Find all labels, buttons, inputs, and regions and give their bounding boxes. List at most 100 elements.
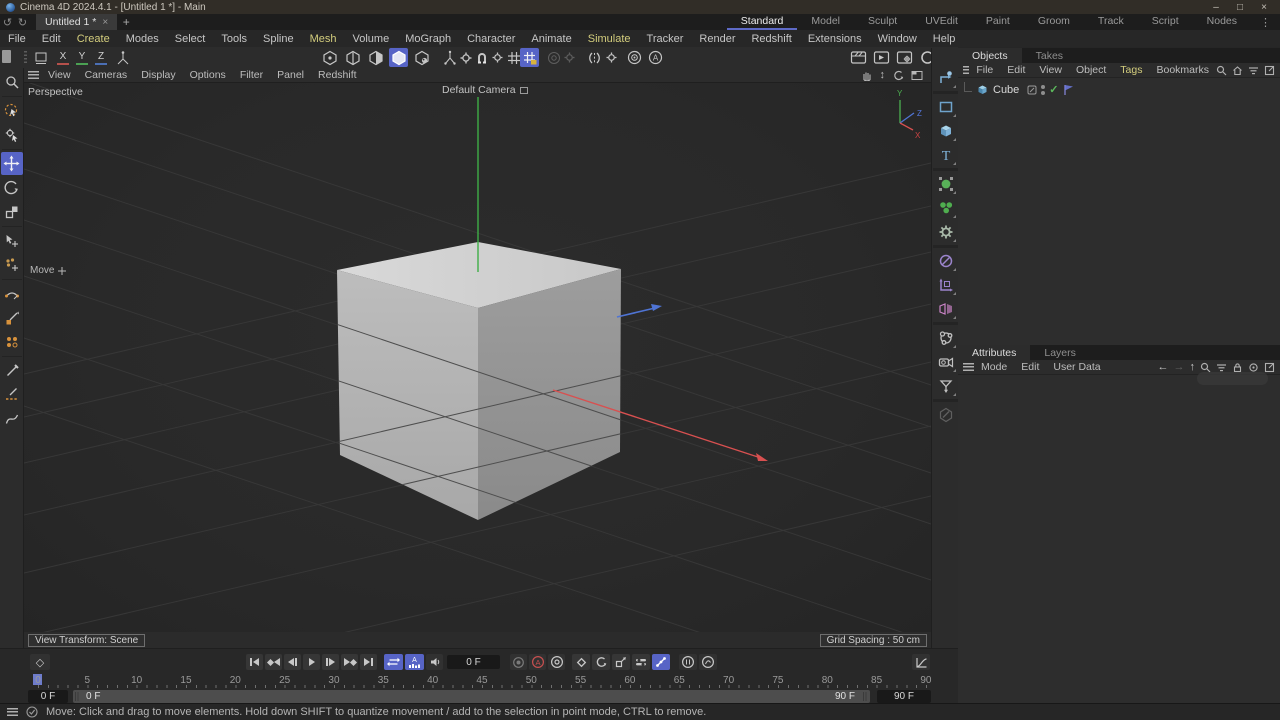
previous-frame-button[interactable] — [284, 654, 301, 670]
menu-item[interactable]: Help — [925, 33, 964, 45]
points-mode-icon[interactable] — [320, 48, 339, 67]
filter-icon[interactable] — [1248, 65, 1259, 76]
viewport-menu-item[interactable]: Cameras — [78, 69, 135, 81]
keyframe-interpolation-button[interactable] — [699, 654, 717, 670]
render-settings-icon[interactable] — [895, 48, 914, 67]
path-cut-tool-icon[interactable] — [1, 383, 23, 406]
viewport-menu-hamburger-icon[interactable] — [28, 71, 39, 79]
play-button[interactable] — [303, 654, 320, 670]
camera-label[interactable]: Default Camera — [442, 84, 528, 96]
null-object-icon[interactable] — [933, 273, 958, 297]
move-gizmo-z-axis[interactable] — [617, 304, 662, 317]
camera-object-icon[interactable] — [933, 350, 958, 374]
panel-tab[interactable]: Layers — [1030, 345, 1090, 360]
rectangle-spline-icon[interactable] — [933, 95, 958, 119]
cube-primitive-icon[interactable] — [933, 119, 958, 143]
viewport-canvas[interactable]: Y Z X Perspective Default Camera Move — [24, 83, 931, 632]
panel-tab[interactable]: Attributes — [958, 345, 1030, 360]
spline-pen-icon[interactable] — [933, 66, 958, 90]
text-object-icon[interactable]: T — [933, 143, 958, 167]
viewport-menu-item[interactable]: Options — [183, 69, 233, 81]
fcurve-editor-button[interactable] — [912, 654, 930, 670]
layout-tab[interactable]: Script — [1138, 14, 1193, 30]
key-pla-button[interactable] — [652, 654, 670, 670]
symmetry-settings-gear-icon[interactable] — [602, 48, 621, 67]
menu-item[interactable]: Tools — [213, 33, 255, 45]
keyframe-selection-button[interactable] — [679, 654, 697, 670]
pan-view-icon[interactable] — [861, 69, 873, 81]
toolbar-drag-handle[interactable] — [24, 51, 27, 64]
move-tool-icon[interactable] — [1, 152, 23, 175]
menu-item[interactable]: Mesh — [302, 33, 345, 45]
parent-up-icon[interactable]: ↑ — [1190, 361, 1196, 373]
viewport-menu-item[interactable]: Panel — [270, 69, 311, 81]
rotate-tool-icon[interactable] — [1, 176, 23, 199]
menu-item[interactable]: File — [0, 33, 34, 45]
camera-menu-icon[interactable] — [520, 87, 528, 94]
filter-icon[interactable] — [1216, 362, 1227, 373]
objects-menu-item[interactable]: Tags — [1113, 64, 1149, 76]
keying-settings-button[interactable] — [548, 654, 565, 670]
layout-tab[interactable]: Groom — [1024, 14, 1084, 30]
texture-mode-icon[interactable] — [412, 48, 431, 67]
sculpt-spline-tool-icon[interactable] — [1, 407, 23, 430]
volume-builder-icon[interactable] — [933, 326, 958, 350]
material-icon[interactable] — [933, 403, 958, 427]
record-keyframe-button[interactable] — [510, 654, 527, 670]
menu-item[interactable]: Render — [691, 33, 743, 45]
selection-settings-tool-icon[interactable] — [1, 123, 23, 146]
viewport-menu-item[interactable]: Redshift — [311, 69, 364, 81]
lock-z-axis-button[interactable]: Z — [93, 49, 109, 66]
next-frame-button[interactable] — [322, 654, 339, 670]
render-picture-viewer-icon[interactable] — [872, 48, 891, 67]
new-tab-button[interactable]: + — [117, 14, 135, 30]
dock-handle[interactable] — [2, 50, 11, 63]
panel-tab[interactable]: Takes — [1022, 48, 1077, 63]
lock-icon[interactable] — [1232, 362, 1243, 373]
quantize-grid-icon[interactable] — [520, 48, 539, 67]
viewport-menu-item[interactable]: View — [41, 69, 78, 81]
layout-tab[interactable]: Standard — [727, 14, 798, 30]
generator-gear-icon[interactable] — [933, 220, 958, 244]
layout-tab[interactable]: Sculpt — [854, 14, 911, 30]
toggle-view-layout-icon[interactable] — [911, 70, 923, 81]
redo-button[interactable]: ↻ — [15, 14, 30, 30]
render-view-icon[interactable] — [849, 48, 868, 67]
symmetry-object-icon[interactable] — [933, 297, 958, 321]
objects-menu-item[interactable]: Edit — [1000, 64, 1032, 76]
workplane-icon[interactable] — [31, 48, 50, 67]
key-parameters-button[interactable] — [632, 654, 650, 670]
menu-item[interactable]: Modes — [118, 33, 167, 45]
autokey-button[interactable]: A — [529, 654, 546, 670]
menu-item[interactable]: Edit — [34, 33, 69, 45]
close-tab-icon[interactable]: × — [102, 17, 108, 28]
range-start-field[interactable]: 0 F — [28, 690, 68, 703]
orientation-gizmo[interactable]: Y Z X — [897, 89, 922, 140]
object-mode-icon[interactable] — [389, 48, 408, 67]
visibility-dots[interactable] — [1041, 85, 1045, 95]
menu-item[interactable]: Select — [167, 33, 214, 45]
polygon-points-tool-icon[interactable] — [1, 330, 23, 353]
menu-item[interactable]: Redshift — [743, 33, 799, 45]
home-icon[interactable] — [1232, 65, 1243, 76]
goto-start-button[interactable] — [246, 654, 263, 670]
layout-tab[interactable]: Model — [797, 14, 854, 30]
live-selection-tool-icon[interactable] — [1, 99, 23, 122]
stage-object-icon[interactable] — [933, 374, 958, 398]
modeling-settings-gear-icon[interactable] — [560, 48, 579, 67]
expand-panel-icon[interactable] — [1264, 65, 1275, 76]
object-tree-row-cube[interactable]: Cube ✓ — [958, 82, 1280, 97]
layout-overflow-button[interactable]: ⋮ — [1251, 14, 1280, 30]
rotate-view-icon[interactable] — [892, 69, 904, 81]
autokey-scope-icon[interactable]: A — [646, 48, 665, 67]
range-grip-right[interactable] — [863, 692, 868, 701]
previous-key-button[interactable] — [265, 654, 282, 670]
panel-tab[interactable]: Objects — [958, 48, 1022, 63]
field-icon[interactable] — [933, 249, 958, 273]
menu-item[interactable]: Volume — [345, 33, 398, 45]
phong-tag-icon[interactable] — [1063, 84, 1074, 96]
viewport-menu-item[interactable]: Filter — [233, 69, 270, 81]
objects-menu-item[interactable]: Object — [1069, 64, 1113, 76]
objects-menu-item[interactable]: View — [1032, 64, 1069, 76]
menu-item[interactable]: Character — [459, 33, 523, 45]
